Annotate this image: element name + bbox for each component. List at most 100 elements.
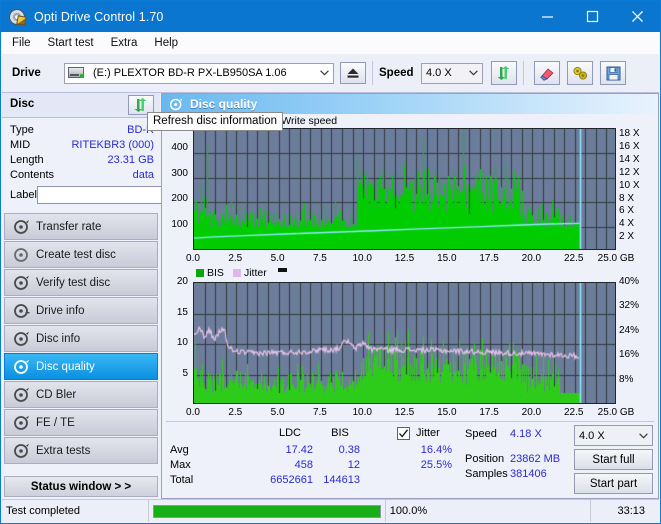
sidebar-label: Extra tests: [36, 444, 91, 457]
disc-quality-icon: [13, 358, 31, 376]
sidebar-item-cd-bler[interactable]: CD Bler: [4, 381, 158, 408]
erase-button[interactable]: [534, 61, 560, 85]
readout-panel: Speed 4.18 X Position 23862 MB Samples 3…: [162, 424, 658, 494]
maximize-button[interactable]: [570, 1, 615, 32]
sidebar-item-drive-info[interactable]: Drive info: [4, 297, 158, 324]
legend-label: BIS: [207, 267, 224, 279]
menu-item-start-test[interactable]: Start test: [48, 37, 94, 49]
chart1-x-tick: 12.5: [394, 253, 415, 264]
chart1-x-tick: 7.5: [312, 253, 327, 264]
chevron-down-icon: [465, 64, 482, 83]
chart1-x-tick: 2.5: [228, 253, 243, 264]
position-label: Position: [465, 453, 505, 465]
chart2-y2-tick: 40%: [619, 276, 640, 287]
chart2-y-tick: 10: [176, 337, 188, 348]
chart1-y2-tick: 12 X: [619, 166, 640, 178]
application-window: Opti Drive Control 1.70 File Start test …: [0, 0, 661, 524]
legend-item-bis: BIS: [196, 267, 224, 279]
chart1-x-tick: 10.0: [352, 253, 372, 264]
sidebar-label: Disc info: [36, 332, 81, 345]
close-button[interactable]: [615, 1, 660, 32]
chart2-x-tick: 17.5: [479, 407, 499, 418]
chart2-x-tick: 2.5: [228, 407, 243, 418]
chevron-down-icon: [635, 426, 652, 445]
test-speed-select[interactable]: 4.0 X: [574, 425, 653, 446]
save-button[interactable]: [600, 61, 626, 85]
chart2-y2-tick: 8%: [619, 373, 634, 385]
progress-cell: [149, 500, 386, 522]
progress-fill: [153, 505, 380, 517]
progress-percent: 100.0%: [386, 500, 592, 522]
extra-tests-icon: [13, 442, 31, 460]
create-test-disc-icon: [13, 246, 31, 264]
bis-jitter-plot-area: [193, 282, 616, 404]
disc-info-list: Type BD-R MID RITEKBR3 (000) Length 23.3…: [2, 118, 242, 208]
sidebar-item-fe-te[interactable]: FE / TE: [4, 409, 158, 436]
speed-readout-label: Speed: [465, 428, 497, 440]
resize-grip-icon[interactable]: [649, 500, 659, 522]
sidebar-label: Transfer rate: [36, 220, 102, 233]
disc-field-contents-value: data: [132, 168, 154, 181]
menu-item-extra[interactable]: Extra: [111, 37, 138, 49]
chart2-x-tick: 12.5: [394, 407, 415, 418]
speed-select-value: 4.0 X: [426, 67, 452, 79]
refresh-speed-button[interactable]: [491, 61, 517, 85]
chart1-y2-tick: 4 X: [619, 218, 635, 230]
sidebar-item-transfer-rate[interactable]: Transfer rate: [4, 213, 158, 240]
sidebar-label: Create test disc: [36, 248, 116, 261]
chart2-x-tick: 25.0 GB: [597, 407, 635, 418]
chart2-x-tick: 15.0: [437, 407, 457, 418]
window-title: Opti Drive Control 1.70: [34, 9, 164, 24]
sidebar-label: Drive info: [36, 304, 85, 317]
sidebar-item-extra-tests[interactable]: Extra tests: [4, 437, 158, 464]
start-part-label: Start part: [589, 477, 638, 490]
chart1-x-tick: 5.0: [270, 253, 285, 264]
disc-field-contents-label: Contents: [10, 168, 55, 181]
start-part-button[interactable]: Start part: [574, 473, 653, 494]
drive-info-icon: [13, 302, 31, 320]
sidebar-label: Verify test disc: [36, 276, 111, 289]
samples-label: Samples: [465, 468, 508, 480]
disc-field-mid-value: RITEKBR3 (000): [71, 138, 154, 151]
chart1-y-tick: 400: [171, 142, 188, 154]
drive-select[interactable]: (E:) PLEXTOR BD-R PX-LB950SA 1.06: [64, 62, 334, 84]
disc-field-contents: Contents data: [10, 167, 154, 182]
page-title: Disc quality: [190, 97, 258, 111]
bis-jitter-chart: 5 10 15 20 8% 16% 24% 32% 40% 0.0 2.5 5.0 7.5 10.0 1…: [162, 276, 661, 426]
legend-swatch-pink: [232, 269, 241, 277]
tools-button[interactable]: [567, 61, 593, 85]
chart1-x-tick: 0.0: [186, 253, 200, 264]
sidebar-item-disc-quality[interactable]: Disc quality: [4, 353, 158, 380]
chart1-y2-tick: 2 X: [619, 231, 635, 243]
disc-section-header: Disc: [2, 93, 160, 118]
speed-label: Speed: [379, 67, 414, 79]
sidebar-item-create-test-disc[interactable]: Create test disc: [4, 241, 158, 268]
test-speed-value: 4.0 X: [579, 429, 605, 442]
panel-header: Disc quality: [162, 94, 658, 114]
sidebar-label: Disc quality: [36, 360, 95, 373]
menu-item-help[interactable]: Help: [154, 37, 178, 49]
sidebar-item-disc-info[interactable]: Disc info: [4, 325, 158, 352]
chart2-x-tick: 7.5: [312, 407, 327, 418]
chart1-y-tick: 300: [171, 167, 188, 179]
legend-item-jitter: Jitter: [232, 267, 267, 279]
disc-field-mid: MID RITEKBR3 (000): [10, 137, 154, 152]
disc-field-mid-label: MID: [10, 138, 31, 151]
status-bar: Test completed 100.0% 33:13: [2, 499, 659, 522]
chart1-y-tick: 100: [171, 218, 188, 230]
eject-button[interactable]: [340, 62, 366, 84]
ldc-speed-chart: 100 200 300 400 2 X4 X6 X8 X 10 X 12 X 14 X 16 …: [162, 126, 661, 272]
disc-info-icon: [13, 330, 31, 348]
chart2-x-tick: 10.0: [352, 407, 372, 418]
minimize-button[interactable]: [525, 1, 570, 32]
disc-quality-icon: [169, 97, 184, 112]
sidebar-item-verify-test-disc[interactable]: Verify test disc: [4, 269, 158, 296]
status-window-button[interactable]: Status window > >: [4, 476, 158, 497]
disc-label-row: Label: [10, 185, 242, 205]
speed-select[interactable]: 4.0 X: [421, 62, 483, 84]
chart2-x-tick: 22.5: [563, 407, 584, 418]
start-full-button[interactable]: Start full: [574, 449, 653, 470]
speed-readout-value: 4.18 X: [510, 428, 542, 440]
stats-divider: [166, 421, 654, 422]
menu-item-file[interactable]: File: [12, 37, 31, 49]
